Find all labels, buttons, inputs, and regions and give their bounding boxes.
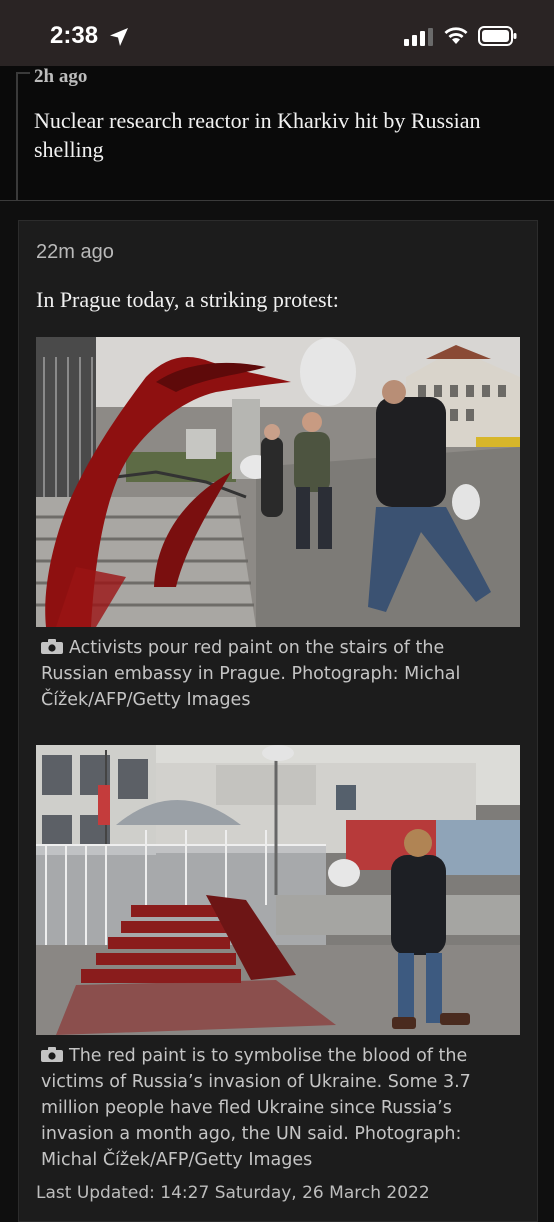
clock-time: 2:38 [50, 22, 99, 49]
entry-divider [0, 200, 554, 201]
timeline-rule [16, 72, 18, 200]
photo-2-caption: The red paint is to symbolise the blood … [41, 1043, 511, 1173]
photo-1-image [36, 337, 520, 627]
location-arrow-icon [110, 28, 128, 46]
last-updated: Last Updated: 14:27 Saturday, 26 March 2… [36, 1183, 430, 1203]
photo-2-image [36, 745, 520, 1035]
entry-timestamp: 22m ago [36, 241, 114, 263]
entry-headline: In Prague today, a striking protest: [36, 287, 339, 312]
photo-2-caption-text: The red paint is to symbolise the blood … [41, 1046, 471, 1170]
status-bar: 2:38 [0, 0, 554, 66]
timeline-tick [16, 72, 30, 74]
previous-entry[interactable]: 2h ago Nuclear research reactor in Khark… [0, 66, 554, 200]
previous-entry-timestamp: 2h ago [34, 66, 88, 87]
photo-1-caption-text: Activists pour red paint on the stairs o… [41, 638, 461, 710]
photo-1-caption: Activists pour red paint on the stairs o… [41, 635, 511, 713]
battery-icon [478, 26, 517, 46]
wifi-icon [444, 27, 468, 44]
previous-entry-title[interactable]: Nuclear research reactor in Kharkiv hit … [34, 106, 504, 164]
photo-2[interactable] [36, 745, 520, 1035]
photo-1[interactable] [36, 337, 520, 627]
cellular-signal-icon [404, 28, 433, 46]
live-blog-entry: 22m ago In Prague today, a striking prot… [18, 220, 538, 1222]
camera-icon [41, 1047, 63, 1062]
camera-icon [41, 639, 63, 654]
